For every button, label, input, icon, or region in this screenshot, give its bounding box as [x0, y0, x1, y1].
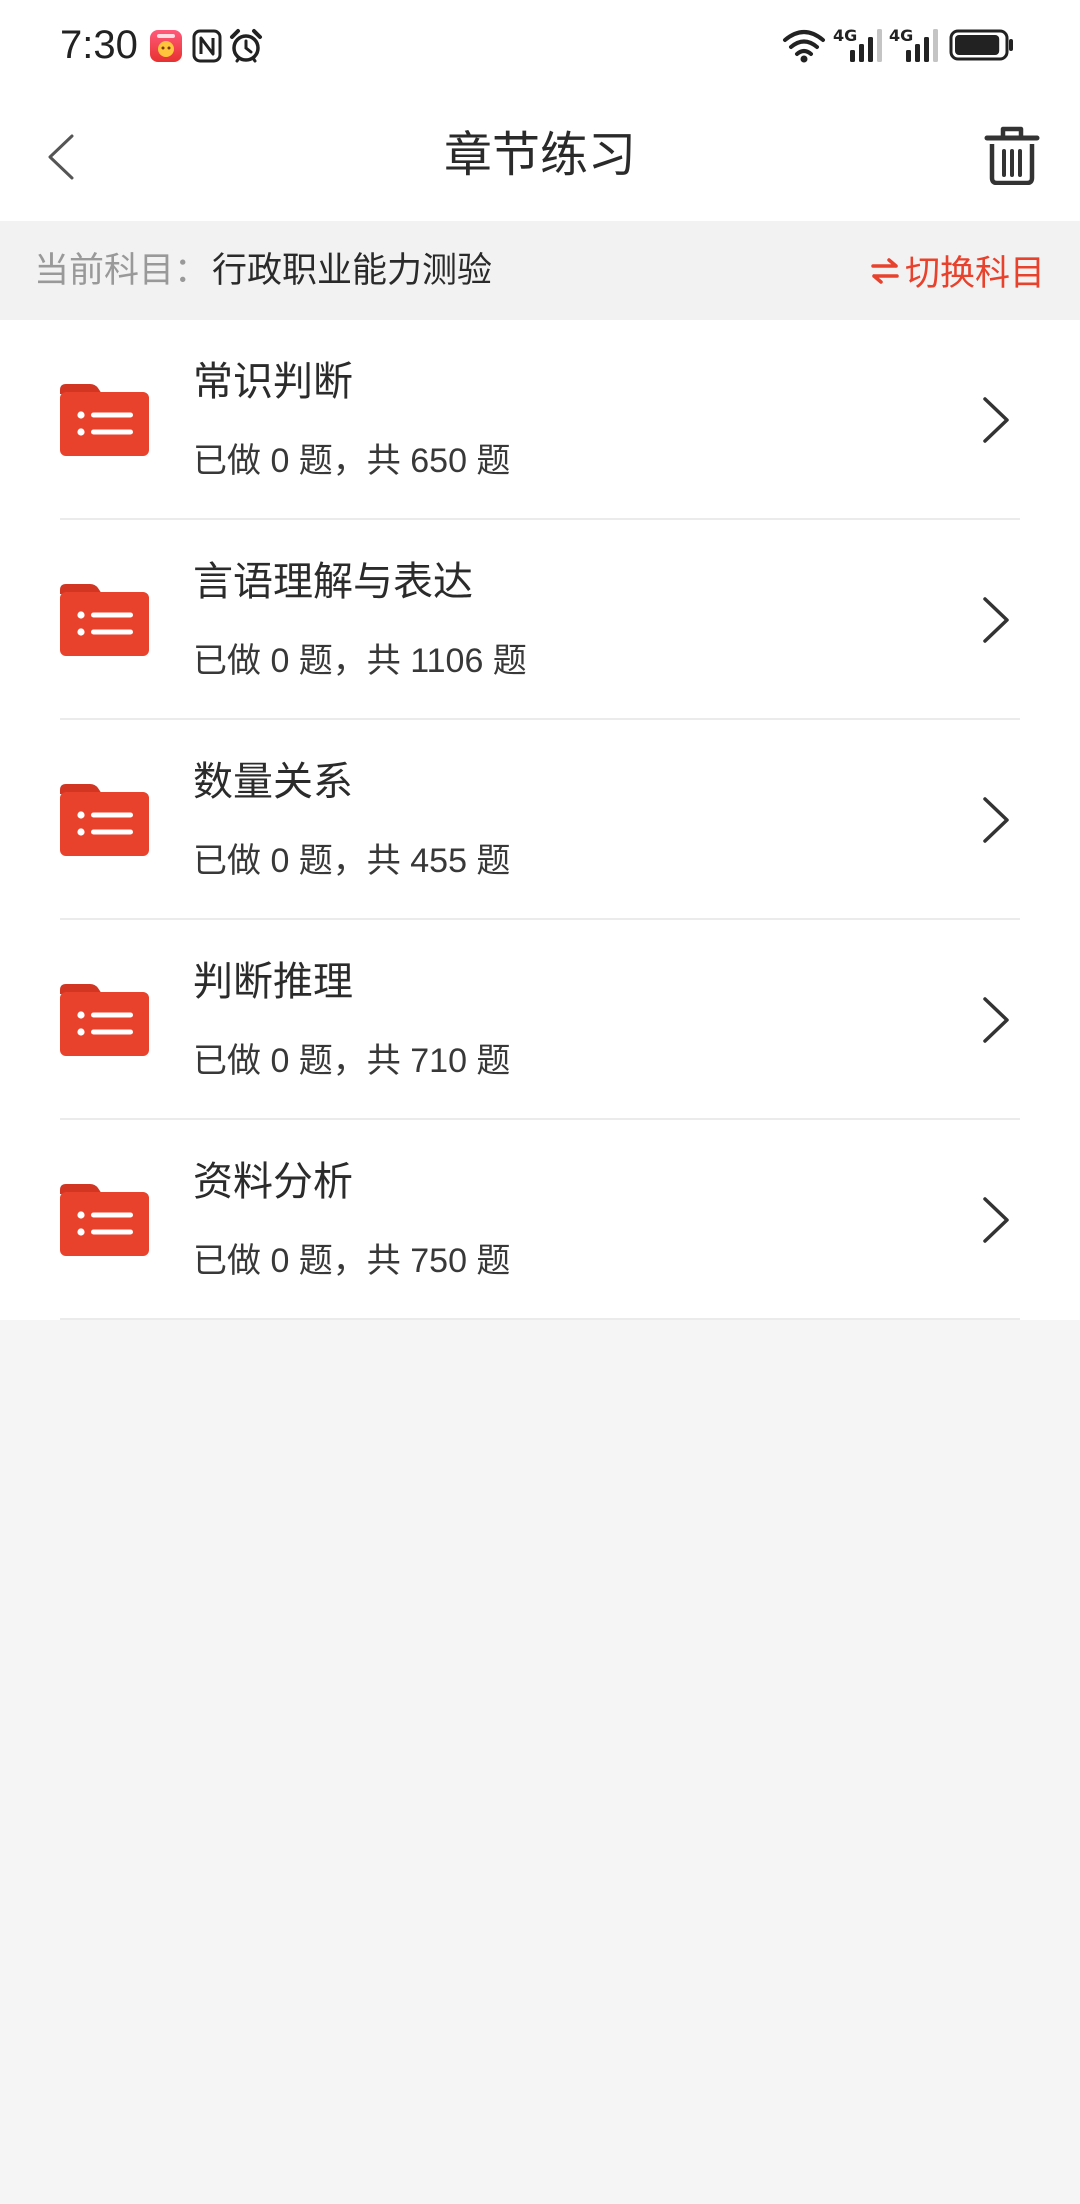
- chapter-progress: 已做 0 题，共 750 题: [193, 1242, 511, 1280]
- chevron-right-icon: [980, 795, 1012, 845]
- app-notification-icon: [150, 30, 182, 62]
- page-title: 章节练习: [443, 129, 636, 182]
- folder-list-icon: [60, 984, 149, 1056]
- nfc-icon: [192, 29, 222, 63]
- switch-subject-label: 切换科目: [904, 254, 1045, 293]
- wifi-icon: [783, 30, 825, 63]
- status-bar: 7:30 4G 4G: [0, 0, 1080, 90]
- folder-list-icon: [60, 784, 149, 856]
- chapter-item[interactable]: 数量关系已做 0 题，共 455 题: [0, 720, 1080, 920]
- chevron-right-icon: [980, 395, 1012, 445]
- signal-icon: [906, 29, 938, 62]
- current-subject: 行政职业能力测验: [212, 251, 493, 290]
- chapter-item[interactable]: 常识判断已做 0 题，共 650 题: [0, 320, 1080, 520]
- chapter-title: 判断推理: [193, 960, 353, 1004]
- chapter-item[interactable]: 判断推理已做 0 题，共 710 题: [0, 920, 1080, 1120]
- chevron-right-icon: [980, 995, 1012, 1045]
- chapter-progress: 已做 0 题，共 650 题: [193, 442, 511, 480]
- chapter-progress: 已做 0 题，共 455 题: [193, 842, 511, 880]
- chevron-right-icon: [980, 1195, 1012, 1245]
- chapter-title: 常识判断: [193, 360, 353, 404]
- switch-subject-button[interactable]: 切换科目: [871, 221, 1045, 320]
- chevron-right-icon: [980, 595, 1012, 645]
- swap-arrows-icon: [871, 257, 899, 284]
- battery-icon: [949, 29, 1013, 61]
- status-time: 7:30: [60, 23, 138, 67]
- delete-button[interactable]: [980, 122, 1044, 188]
- chapter-item[interactable]: 言语理解与表达已做 0 题，共 1106 题: [0, 520, 1080, 720]
- folder-list-icon: [60, 1184, 149, 1256]
- subject-bar: 当前科目： 行政职业能力测验 切换科目: [0, 221, 1080, 320]
- chapter-progress: 已做 0 题，共 710 题: [193, 1042, 511, 1080]
- chapter-list: 常识判断已做 0 题，共 650 题言语理解与表达已做 0 题，共 1106 题…: [0, 320, 1080, 1320]
- chapter-progress: 已做 0 题，共 1106 题: [193, 642, 527, 680]
- chapter-item[interactable]: 资料分析已做 0 题，共 750 题: [0, 1120, 1080, 1320]
- subject-label: 当前科目：: [34, 251, 210, 290]
- folder-list-icon: [60, 384, 149, 456]
- signal-icon: [850, 29, 882, 62]
- alarm-icon: [230, 29, 262, 63]
- chapter-title: 资料分析: [193, 1160, 353, 1204]
- divider: [60, 1318, 1020, 1320]
- folder-list-icon: [60, 584, 149, 656]
- chapter-title: 言语理解与表达: [193, 560, 473, 604]
- app-header: 章节练习: [0, 90, 1080, 221]
- chapter-title: 数量关系: [193, 760, 353, 804]
- trash-icon: [984, 126, 1040, 185]
